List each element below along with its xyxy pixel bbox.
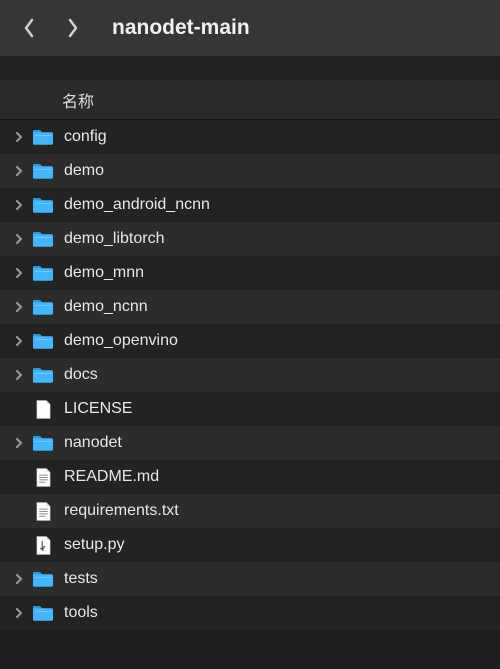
file-row[interactable]: requirements.txt bbox=[0, 494, 500, 528]
file-name-label: tools bbox=[64, 604, 98, 622]
file-name-label: demo bbox=[64, 162, 104, 180]
file-row[interactable]: demo_ncnn bbox=[0, 290, 500, 324]
file-row[interactable]: docs bbox=[0, 358, 500, 392]
file-name-label: nanodet bbox=[64, 434, 122, 452]
toolbar: nanodet-main bbox=[0, 0, 500, 56]
file-row[interactable]: demo bbox=[0, 154, 500, 188]
folder-icon bbox=[32, 330, 54, 352]
nav-back-button[interactable] bbox=[16, 15, 42, 41]
expand-toggle[interactable] bbox=[12, 232, 26, 246]
file-row[interactable]: demo_libtorch bbox=[0, 222, 500, 256]
file-row[interactable]: setup.py bbox=[0, 528, 500, 562]
folder-icon bbox=[32, 602, 54, 624]
expand-toggle[interactable] bbox=[12, 572, 26, 586]
folder-icon bbox=[32, 126, 54, 148]
folder-icon bbox=[32, 194, 54, 216]
header-gap bbox=[0, 56, 500, 80]
expand-toggle[interactable] bbox=[12, 436, 26, 450]
file-name-label: config bbox=[64, 128, 107, 146]
file-name-label: demo_libtorch bbox=[64, 230, 165, 248]
folder-icon bbox=[32, 432, 54, 454]
folder-icon bbox=[32, 160, 54, 182]
folder-icon bbox=[32, 228, 54, 250]
folder-icon bbox=[32, 568, 54, 590]
expand-toggle[interactable] bbox=[12, 198, 26, 212]
file-row[interactable]: demo_openvino bbox=[0, 324, 500, 358]
file-name-label: setup.py bbox=[64, 536, 124, 554]
expand-toggle[interactable] bbox=[12, 130, 26, 144]
file-name-label: demo_android_ncnn bbox=[64, 196, 210, 214]
expand-toggle[interactable] bbox=[12, 334, 26, 348]
file-name-label: requirements.txt bbox=[64, 502, 179, 520]
file-row[interactable]: tools bbox=[0, 596, 500, 630]
expand-toggle[interactable] bbox=[12, 368, 26, 382]
expand-toggle[interactable] bbox=[12, 606, 26, 620]
file-icon bbox=[32, 398, 54, 420]
file-row[interactable]: nanodet bbox=[0, 426, 500, 460]
file-name-label: demo_ncnn bbox=[64, 298, 148, 316]
python-file-icon bbox=[32, 534, 54, 556]
text-file-icon bbox=[32, 500, 54, 522]
file-name-label: demo_mnn bbox=[64, 264, 144, 282]
file-list: config demo demo_android_ncnn demo_libtorch… bbox=[0, 120, 500, 630]
file-name-label: tests bbox=[64, 570, 98, 588]
expand-toggle[interactable] bbox=[12, 300, 26, 314]
file-row[interactable]: demo_mnn bbox=[0, 256, 500, 290]
folder-icon bbox=[32, 364, 54, 386]
file-name-label: docs bbox=[64, 366, 98, 384]
column-name-label: 名称 bbox=[62, 88, 94, 112]
file-name-label: demo_openvino bbox=[64, 332, 178, 350]
expand-toggle[interactable] bbox=[12, 164, 26, 178]
file-row[interactable]: tests bbox=[0, 562, 500, 596]
file-name-label: README.md bbox=[64, 468, 159, 486]
file-name-label: LICENSE bbox=[64, 400, 132, 418]
expand-toggle[interactable] bbox=[12, 266, 26, 280]
folder-icon bbox=[32, 296, 54, 318]
file-row[interactable]: LICENSE bbox=[0, 392, 500, 426]
column-header[interactable]: 名称 bbox=[0, 80, 500, 120]
file-row[interactable]: demo_android_ncnn bbox=[0, 188, 500, 222]
nav-forward-button[interactable] bbox=[60, 15, 86, 41]
text-file-icon bbox=[32, 466, 54, 488]
file-row[interactable]: README.md bbox=[0, 460, 500, 494]
window-title: nanodet-main bbox=[112, 16, 250, 40]
file-row[interactable]: config bbox=[0, 120, 500, 154]
folder-icon bbox=[32, 262, 54, 284]
